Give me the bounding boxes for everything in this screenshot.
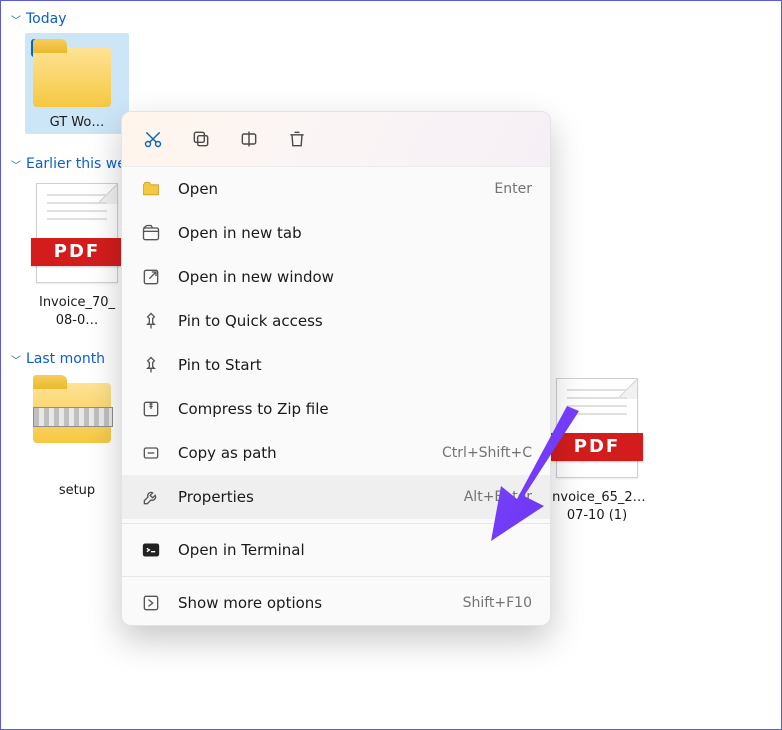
- folder-icon: [33, 37, 121, 115]
- pin-icon: [140, 310, 162, 332]
- menu-label: Open in new window: [178, 268, 532, 286]
- pdf-badge: PDF: [31, 238, 123, 266]
- menu-label: Properties: [178, 488, 448, 506]
- chevron-down-icon: ﹀: [11, 157, 21, 172]
- zip-folder-icon: [33, 373, 121, 451]
- menu-item-copy-path[interactable]: Copy as path Ctrl+Shift+C: [122, 431, 550, 475]
- zip-icon: [140, 398, 162, 420]
- file-item-invoice-70[interactable]: PDF Invoice_70_ 08-0…: [25, 178, 129, 329]
- folder-label: setup: [59, 483, 95, 498]
- pin-icon: [140, 354, 162, 376]
- chevron-down-icon: ﹀: [11, 12, 21, 27]
- menu-shortcut: Alt+Enter: [464, 489, 532, 505]
- group-label: Last month: [26, 351, 105, 367]
- file-item-invoice-65[interactable]: PDF Invoice_65_2… 07-10 (1): [545, 373, 649, 524]
- menu-separator: [122, 576, 550, 577]
- folder-item-setup[interactable]: setup: [25, 373, 129, 524]
- group-label: Today: [26, 11, 67, 27]
- menu-label: Pin to Quick access: [178, 312, 532, 330]
- folder-open-icon: [140, 178, 162, 200]
- menu-item-open-tab[interactable]: Open in new tab: [122, 211, 550, 255]
- context-menu: Open Enter Open in new tab Open in new w…: [121, 111, 551, 626]
- menu-label: Open: [178, 180, 478, 198]
- menu-item-compress[interactable]: Compress to Zip file: [122, 387, 550, 431]
- file-label: Invoice_65_2… 07-10 (1): [548, 489, 645, 524]
- cut-icon[interactable]: [140, 126, 166, 152]
- copy-icon[interactable]: [188, 126, 214, 152]
- menu-item-properties[interactable]: Properties Alt+Enter: [122, 475, 550, 519]
- tab-icon: [140, 222, 162, 244]
- menu-label: Pin to Start: [178, 356, 532, 374]
- pdf-icon: PDF: [552, 373, 642, 483]
- menu-item-pin-start[interactable]: Pin to Start: [122, 343, 550, 387]
- folder-item-gt-work[interactable]: GT Wo…: [25, 33, 129, 134]
- file-label: Invoice_70_ 08-0…: [39, 294, 115, 329]
- menu-label: Open in new tab: [178, 224, 532, 242]
- open-window-icon: [140, 266, 162, 288]
- menu-shortcut: Shift+F10: [463, 595, 532, 611]
- menu-label: Compress to Zip file: [178, 400, 532, 418]
- chevron-down-icon: ﹀: [11, 352, 21, 367]
- menu-label: Show more options: [178, 594, 447, 612]
- pdf-badge: PDF: [551, 433, 643, 461]
- menu-item-more[interactable]: Show more options Shift+F10: [122, 581, 550, 625]
- wrench-icon: [140, 486, 162, 508]
- context-menu-toolbar: [122, 112, 550, 167]
- menu-shortcut: Enter: [494, 181, 532, 197]
- folder-label: GT Wo…: [50, 115, 105, 130]
- delete-icon[interactable]: [284, 126, 310, 152]
- terminal-icon: [140, 539, 162, 561]
- menu-shortcut: Ctrl+Shift+C: [442, 445, 532, 461]
- menu-item-open[interactable]: Open Enter: [122, 167, 550, 211]
- menu-separator: [122, 523, 550, 524]
- more-options-icon: [140, 592, 162, 614]
- menu-label: Copy as path: [178, 444, 426, 462]
- pdf-icon: PDF: [32, 178, 122, 288]
- menu-item-terminal[interactable]: Open in Terminal: [122, 528, 550, 572]
- menu-item-pin-quick[interactable]: Pin to Quick access: [122, 299, 550, 343]
- group-header-today[interactable]: ﹀ Today: [11, 11, 771, 27]
- copy-path-icon: [140, 442, 162, 464]
- menu-label: Open in Terminal: [178, 541, 532, 559]
- menu-item-open-window[interactable]: Open in new window: [122, 255, 550, 299]
- rename-icon[interactable]: [236, 126, 262, 152]
